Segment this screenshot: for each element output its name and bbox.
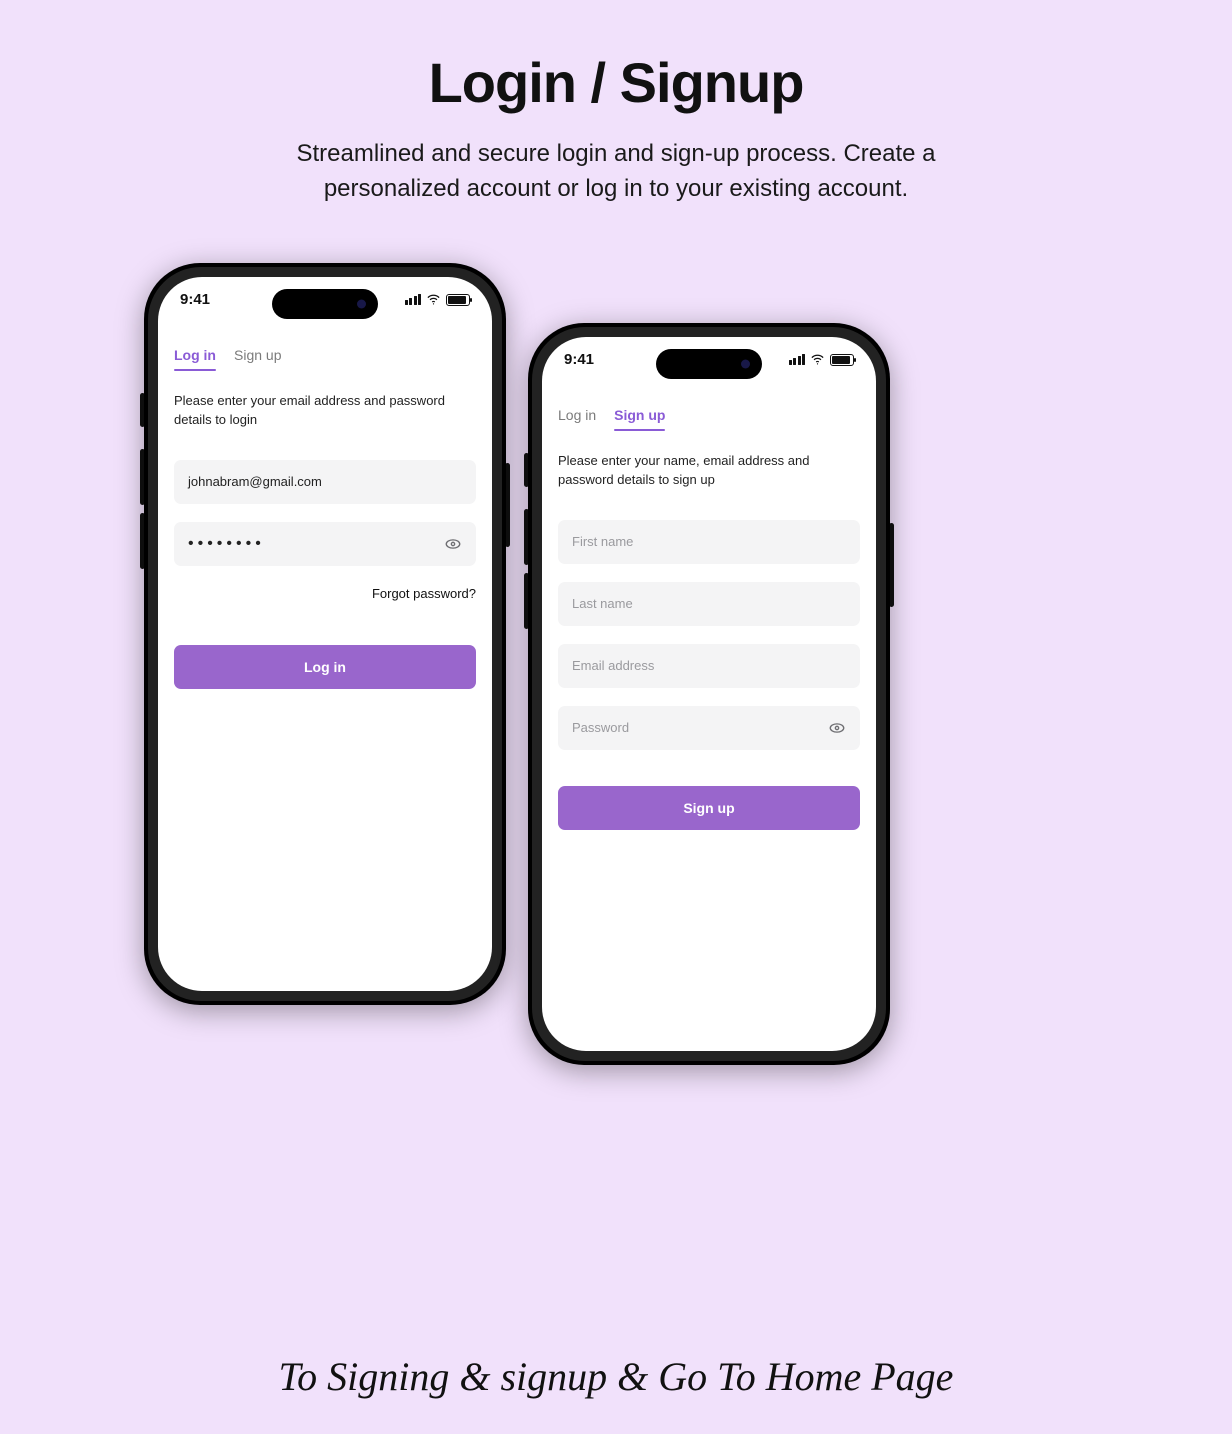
password-placeholder: Password — [572, 720, 629, 735]
status-icons — [405, 292, 471, 307]
status-time: 9:41 — [564, 351, 594, 368]
wifi-icon — [426, 292, 441, 307]
wifi-icon — [810, 352, 825, 367]
phone-mockup-signup: 9:41 Log in Sign up Please enter your na… — [528, 323, 890, 1065]
cellular-icon — [405, 294, 422, 305]
mockup-stage: 9:41 Log in Sign up Please enter your em… — [0, 263, 1232, 1083]
battery-icon — [830, 354, 854, 366]
lastname-placeholder: Last name — [572, 596, 633, 611]
page-title: Login / Signup — [0, 50, 1232, 115]
login-instruction: Please enter your email address and pass… — [174, 391, 476, 430]
phone-screen: 9:41 Log in Sign up Please enter your na… — [542, 337, 876, 1051]
eye-icon[interactable] — [828, 719, 846, 737]
email-field[interactable]: Email address — [558, 644, 860, 688]
email-field[interactable]: johnabram@gmail.com — [174, 460, 476, 504]
auth-tabs: Log in Sign up — [174, 341, 476, 369]
status-bar: 9:41 — [542, 337, 876, 383]
phone-frame: 9:41 Log in Sign up Please enter your na… — [528, 323, 890, 1065]
password-field[interactable]: Password — [558, 706, 860, 750]
status-time: 9:41 — [180, 291, 210, 308]
login-button[interactable]: Log in — [174, 645, 476, 689]
signup-form: Log in Sign up Please enter your name, e… — [542, 395, 876, 1051]
tab-signup[interactable]: Sign up — [234, 341, 281, 369]
signup-instruction: Please enter your name, email address an… — [558, 451, 860, 490]
password-mask: •••••••• — [188, 535, 265, 553]
tab-signup[interactable]: Sign up — [614, 401, 665, 429]
status-bar: 9:41 — [158, 277, 492, 323]
auth-tabs: Log in Sign up — [558, 401, 860, 429]
login-form: Log in Sign up Please enter your email a… — [158, 335, 492, 991]
eye-icon[interactable] — [444, 535, 462, 553]
password-field[interactable]: •••••••• — [174, 522, 476, 566]
email-placeholder: Email address — [572, 658, 654, 673]
cellular-icon — [789, 354, 806, 365]
footer-caption: To Signing & signup & Go To Home Page — [0, 1353, 1232, 1400]
lastname-field[interactable]: Last name — [558, 582, 860, 626]
signup-button[interactable]: Sign up — [558, 786, 860, 830]
firstname-placeholder: First name — [572, 534, 633, 549]
firstname-field[interactable]: First name — [558, 520, 860, 564]
phone-frame: 9:41 Log in Sign up Please enter your em… — [144, 263, 506, 1005]
email-value: johnabram@gmail.com — [188, 474, 322, 489]
battery-icon — [446, 294, 470, 306]
tab-login[interactable]: Log in — [174, 341, 216, 369]
status-icons — [789, 352, 855, 367]
tab-login[interactable]: Log in — [558, 401, 596, 429]
page-subtitle: Streamlined and secure login and sign-up… — [256, 137, 976, 207]
forgot-password-link[interactable]: Forgot password? — [174, 586, 476, 601]
phone-mockup-login: 9:41 Log in Sign up Please enter your em… — [144, 263, 506, 1005]
phone-screen: 9:41 Log in Sign up Please enter your em… — [158, 277, 492, 991]
